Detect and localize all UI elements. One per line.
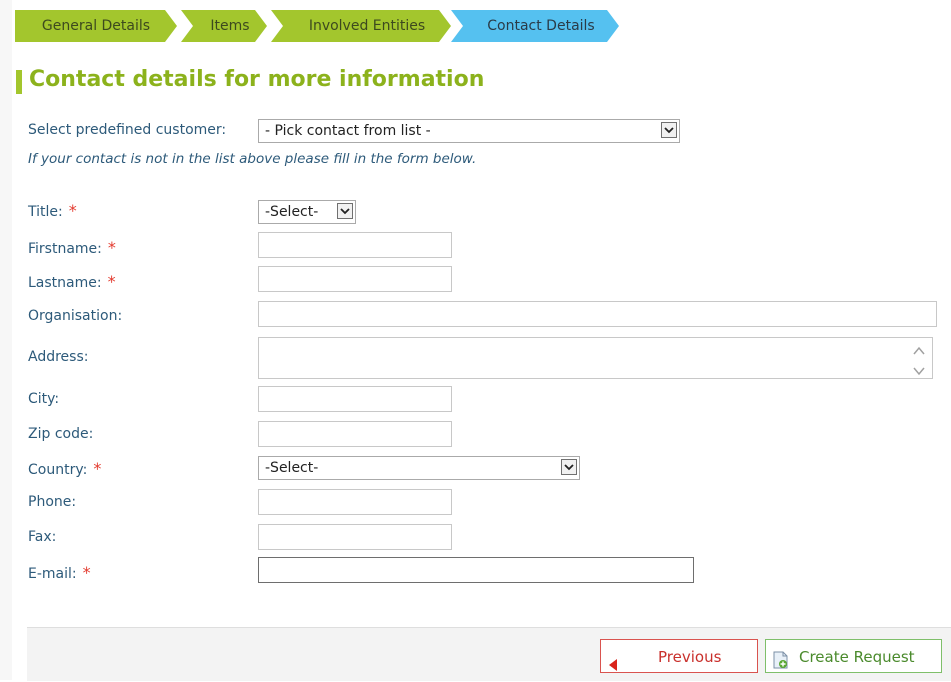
- scroll-up-icon[interactable]: [912, 342, 926, 355]
- step-contact-details[interactable]: Contact Details: [451, 10, 619, 42]
- step-general-details[interactable]: General Details: [15, 10, 177, 42]
- step-involved-entities[interactable]: Involved Entities: [271, 10, 451, 42]
- zip-code-label: Zip code:: [28, 426, 94, 442]
- left-triangle-icon: [609, 650, 617, 682]
- country-label: Country: *: [28, 459, 101, 478]
- country-select[interactable]: -Select-: [258, 456, 580, 480]
- email-label-text: E-mail:: [28, 566, 77, 582]
- required-marker: *: [107, 238, 116, 257]
- chevron-down-icon: [337, 203, 353, 219]
- email-input[interactable]: [258, 557, 694, 583]
- predefined-customer-value: - Pick contact from list -: [265, 123, 431, 139]
- country-select-value: -Select-: [265, 460, 319, 476]
- required-marker: *: [93, 459, 102, 478]
- required-marker: *: [68, 201, 77, 220]
- lastname-label-text: Lastname:: [28, 275, 102, 291]
- page-left-edge: [0, 0, 12, 680]
- organisation-label: Organisation:: [28, 308, 123, 324]
- predefined-customer-label: Select predefined customer:: [28, 122, 227, 138]
- address-textarea[interactable]: [258, 337, 933, 379]
- title-select-value: -Select-: [265, 204, 319, 220]
- country-label-text: Country:: [28, 462, 88, 478]
- zip-code-input[interactable]: [258, 421, 452, 447]
- chevron-down-icon: [661, 122, 677, 138]
- create-request-button[interactable]: Create Request: [765, 639, 942, 673]
- organisation-input[interactable]: [258, 301, 937, 327]
- firstname-label-text: Firstname:: [28, 241, 102, 257]
- title-label-text: Title:: [28, 204, 63, 220]
- previous-button-label: Previous: [658, 648, 722, 666]
- required-marker: *: [82, 563, 91, 582]
- email-label: E-mail: *: [28, 563, 91, 582]
- address-label: Address:: [28, 349, 89, 365]
- step-items[interactable]: Items: [181, 10, 267, 42]
- create-request-button-label: Create Request: [799, 648, 915, 666]
- scroll-down-icon[interactable]: [912, 362, 926, 376]
- lastname-input[interactable]: [258, 266, 452, 292]
- chevron-down-icon: [561, 459, 577, 475]
- document-add-icon: [773, 648, 789, 680]
- firstname-label: Firstname: *: [28, 238, 116, 257]
- fax-label: Fax:: [28, 529, 57, 545]
- previous-button[interactable]: Previous: [600, 639, 758, 673]
- heading-accent-bar: [16, 70, 22, 94]
- predefined-customer-select[interactable]: - Pick contact from list -: [258, 119, 680, 143]
- city-input[interactable]: [258, 386, 452, 412]
- title-select[interactable]: -Select-: [258, 200, 356, 224]
- phone-input[interactable]: [258, 489, 452, 515]
- title-label: Title: *: [28, 201, 77, 220]
- predefined-note: If your contact is not in the list above…: [28, 151, 477, 167]
- firstname-input[interactable]: [258, 232, 452, 258]
- fax-input[interactable]: [258, 524, 452, 550]
- city-label: City:: [28, 391, 60, 407]
- lastname-label: Lastname: *: [28, 272, 116, 291]
- phone-label: Phone:: [28, 494, 77, 510]
- required-marker: *: [107, 272, 116, 291]
- page-title: Contact details for more information: [29, 67, 485, 92]
